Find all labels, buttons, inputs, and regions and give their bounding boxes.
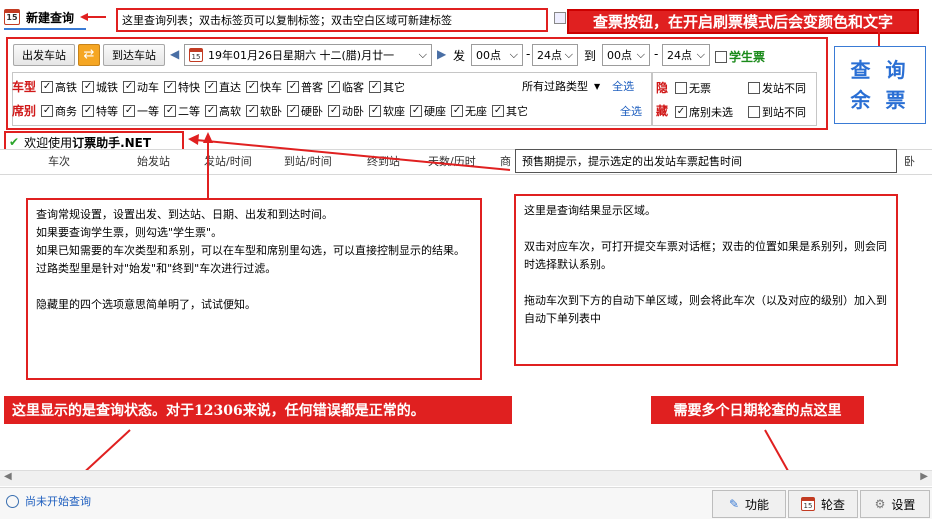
features-label: 功能 (745, 497, 770, 512)
note-line: 如果要查询学生票，则勾选"学生票"。 (36, 226, 223, 239)
scroll-right-icon[interactable]: ▶ (920, 471, 928, 482)
horizontal-scrollbar[interactable]: ◀ ▶ (0, 470, 932, 486)
query-status-text: 尚未开始查询 (25, 495, 91, 508)
multi-date-hint-note: 需要多个日期轮查的点这里 (651, 396, 864, 424)
note-spacer (524, 274, 888, 292)
results-note: 这里是查询结果显示区域。 双击对应车次，可打开提交车票对话框；双击的位置如果是系… (514, 194, 898, 366)
features-button[interactable]: ✎ 功能 (712, 490, 786, 518)
note-line: 这里是查询结果显示区域。 (524, 204, 656, 217)
note-line: 查询常规设置，设置出发、到达站、日期、出发和到达时间。 (36, 208, 333, 221)
settings-note: 查询常规设置，设置出发、到达站、日期、出发和到达时间。 如果要查询学生票，则勾选… (26, 198, 482, 380)
scroll-left-icon[interactable]: ◀ (4, 471, 12, 482)
status-hint-note: 这里显示的是查询状态。对于12306来说，任何错误都是正常的。 (4, 396, 512, 424)
note-line: 拖动车次到下方的自动下单区域，则会将此车次（以及对应的级别）加入到自动下单列表中 (524, 294, 887, 325)
query-status: 尚未开始查询 (6, 493, 91, 509)
note-line: 隐藏里的四个选项意思简单明了，试试便知。 (36, 298, 256, 311)
note-line: 如果已知需要的车次类型和系别，可以在车型和席别里勾选，可以直接控制显示的结果。 (36, 244, 465, 257)
features-icon: ✎ (728, 497, 740, 511)
settings-button[interactable]: ⚙ 设置 (860, 490, 930, 518)
round-query-button[interactable]: 15 轮查 (788, 490, 858, 518)
gear-icon: ⚙ (874, 497, 886, 511)
settings-label: 设置 (891, 497, 916, 512)
note-spacer (524, 220, 888, 238)
note-spacer (36, 278, 472, 296)
clock-icon (6, 494, 19, 508)
note-line: 双击对应车次，可打开提交车票对话框；双击的位置如果是系别列，则会同时选择默认系别… (524, 240, 887, 271)
calendar-icon: 15 (800, 497, 815, 511)
round-query-label: 轮查 (820, 497, 845, 512)
note-line: 过路类型里是针对"始发"和"终到"车次进行过滤。 (36, 262, 277, 275)
